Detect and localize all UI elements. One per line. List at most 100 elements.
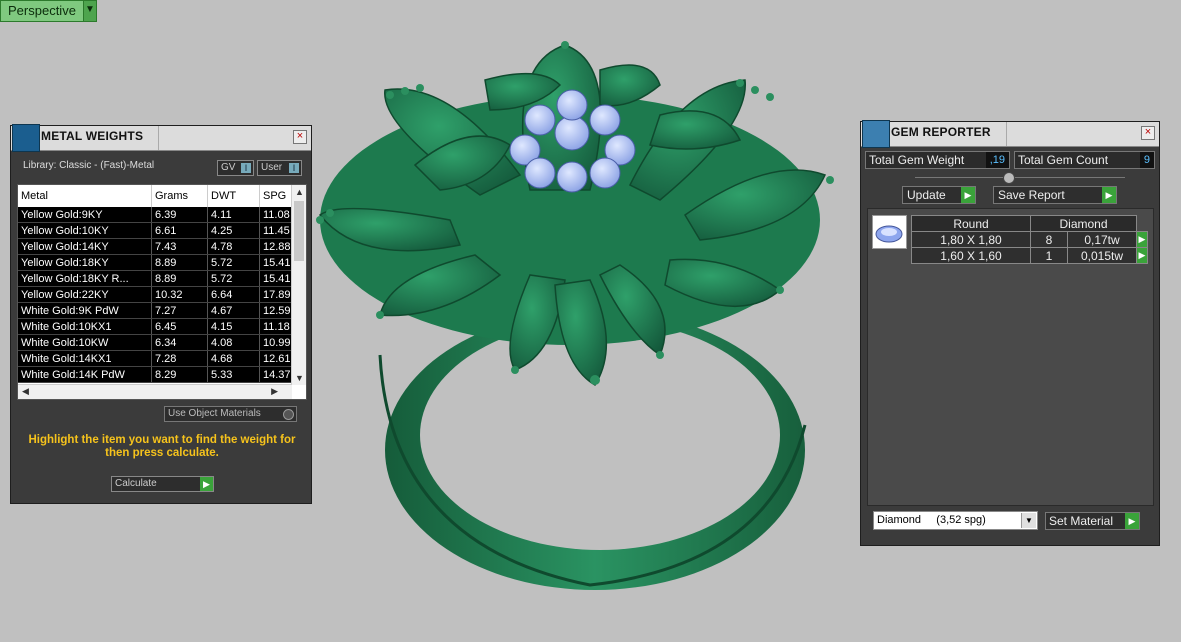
play-icon[interactable]: ▶ [1125,513,1139,529]
gem-thumbnail[interactable] [872,215,907,249]
select-gem-icon[interactable]: ▶ [1136,231,1148,248]
scroll-right-icon[interactable]: ▶ [271,386,278,397]
radio-icon[interactable] [283,409,294,420]
chevron-down-icon[interactable]: ▼ [1021,513,1036,528]
gem-size-row[interactable]: 1,80 X 1,80 8 0,17tw ▶ [911,231,1148,248]
table-header-row: Metal Grams DWT SPG [18,185,301,207]
table-row[interactable]: Yellow Gold:22KY 10.32 6.64 17.89 [18,286,301,303]
view-mode-tab[interactable]: Perspective ▼ [0,0,97,22]
cell-metal: Yellow Gold:14KY [18,238,152,255]
cell-metal: Yellow Gold:9KY [18,207,152,223]
3d-viewport[interactable]: Perspective ▼ METAL WEIGHTS × Library: C… [0,0,1181,642]
gem-reporter-titlebar[interactable]: GEM REPORTER × [861,120,1159,148]
cell-metal: Yellow Gold:18KY R... [18,270,152,287]
metal-weights-title: METAL WEIGHTS [41,129,144,143]
set-material-label: Set Material [1049,514,1114,528]
select-gem-icon[interactable]: ▶ [1136,247,1148,264]
table-row[interactable]: Yellow Gold:9KY 6.39 4.11 11.08 [18,207,301,223]
scroll-down-icon[interactable]: ▼ [295,373,304,383]
gem-size-row[interactable]: 1,60 X 1,60 1 0,015tw ▶ [911,247,1148,264]
diamond-icon [875,225,903,243]
table-row[interactable]: Yellow Gold:18KY R... 8.89 5.72 15.41 [18,270,301,287]
update-label: Update [907,188,946,202]
gem-count: 8 [1030,231,1068,248]
table-row[interactable]: White Gold:9K PdW 7.27 4.67 12.59 [18,302,301,319]
ring-model[interactable] [300,25,850,595]
metal-table[interactable]: Metal Grams DWT SPG Yellow Gold:9KY 6.39 4… [17,184,307,400]
table-row[interactable]: White Gold:10KX1 6.45 4.15 11.18 [18,318,301,335]
set-material-button[interactable]: Set Material ▶ [1045,512,1140,530]
total-gem-count-value: 9 [1139,152,1154,168]
scroll-left-icon[interactable]: ◀ [22,386,29,397]
close-icon[interactable]: × [1141,126,1155,140]
material-select-value: Diamond (3,52 spg) [877,514,986,526]
table-row[interactable]: White Gold:10KW 6.34 4.08 10.99 [18,334,301,351]
cell-dwt: 5.72 [207,254,260,271]
gv-toggle[interactable]: GV I [217,160,254,176]
cell-grams: 7.43 [151,238,208,255]
instruction-text: Highlight the item you want to find the … [28,434,296,459]
user-label: User [261,162,283,173]
cell-grams: 6.45 [151,318,208,335]
scroll-thumb[interactable] [294,201,304,261]
gem-header-row: Round Diamond [911,215,1148,232]
cell-grams: 6.39 [151,207,208,223]
metal-weights-titlebar[interactable]: METAL WEIGHTS × [11,124,311,152]
table-row[interactable]: Yellow Gold:10KY 6.61 4.25 11.45 [18,222,301,239]
table-row[interactable]: White Gold:14K PdW 8.29 5.33 14.37 [18,366,301,383]
column-header-metal[interactable]: Metal [18,185,152,207]
table-row[interactable]: White Gold:14KX1 7.28 4.68 12.61 [18,350,301,367]
material-select[interactable]: Diamond (3,52 spg) ▼ [873,511,1038,530]
cell-metal: Yellow Gold:10KY [18,222,152,239]
scroll-up-icon[interactable]: ▲ [295,187,304,197]
play-icon[interactable]: ▶ [961,187,975,203]
close-icon[interactable]: × [293,130,307,144]
cell-grams: 7.27 [151,302,208,319]
table-row[interactable]: Yellow Gold:14KY 7.43 4.78 12.88 [18,238,301,255]
cell-dwt: 4.11 [207,207,260,223]
total-gem-weight-value: ,19 [985,152,1009,168]
toggle-icon: I [289,163,299,173]
cell-dwt: 4.15 [207,318,260,335]
total-gem-weight: Total Gem Weight ,19 [865,151,1010,169]
play-icon[interactable]: ▶ [200,477,213,491]
view-mode-label[interactable]: Perspective [1,1,83,21]
divider [915,177,1125,178]
gem-list[interactable]: Round Diamond 1,80 X 1,80 8 0,17tw ▶ 1,6… [867,208,1154,506]
column-header-grams[interactable]: Grams [151,185,208,207]
gem-count: 1 [1030,247,1068,264]
gv-label: GV [221,162,236,173]
app-logo-icon [12,124,40,152]
collapse-knob-icon[interactable] [1003,172,1015,184]
play-icon[interactable]: ▶ [1102,187,1116,203]
cell-dwt: 4.08 [207,334,260,351]
library-label: Library: Classic - (Fast)-Metal [23,160,155,171]
update-button[interactable]: Update ▶ [902,186,976,204]
cell-grams: 7.28 [151,350,208,367]
cell-metal: Yellow Gold:18KY [18,254,152,271]
cell-grams: 8.89 [151,270,208,287]
chevron-down-icon[interactable]: ▼ [82,1,96,21]
total-gem-count-label: Total Gem Count [1018,153,1109,167]
cell-dwt: 4.68 [207,350,260,367]
save-report-label: Save Report [998,188,1065,202]
cell-grams: 10.32 [151,286,208,303]
calculate-button[interactable]: Calculate ▶ [111,476,214,492]
total-gem-count: Total Gem Count 9 [1014,151,1155,169]
save-report-button[interactable]: Save Report ▶ [993,186,1117,204]
column-header-dwt[interactable]: DWT [207,185,260,207]
total-gem-weight-label: Total Gem Weight [869,153,965,167]
gem-size: 1,60 X 1,60 [911,247,1031,264]
use-object-materials-option[interactable]: Use Object Materials [164,406,297,422]
gem-table: Round Diamond 1,80 X 1,80 8 0,17tw ▶ 1,6… [911,215,1148,264]
vertical-scrollbar[interactable]: ▲ ▼ [291,185,306,385]
table-row[interactable]: Yellow Gold:18KY 8.89 5.72 15.41 [18,254,301,271]
user-toggle[interactable]: User I [257,160,302,176]
cell-dwt: 4.78 [207,238,260,255]
cell-grams: 8.89 [151,254,208,271]
cell-metal: White Gold:9K PdW [18,302,152,319]
horizontal-scrollbar[interactable]: ◀ ▶ [18,384,292,399]
cell-dwt: 4.67 [207,302,260,319]
cell-dwt: 6.64 [207,286,260,303]
gem-size: 1,80 X 1,80 [911,231,1031,248]
